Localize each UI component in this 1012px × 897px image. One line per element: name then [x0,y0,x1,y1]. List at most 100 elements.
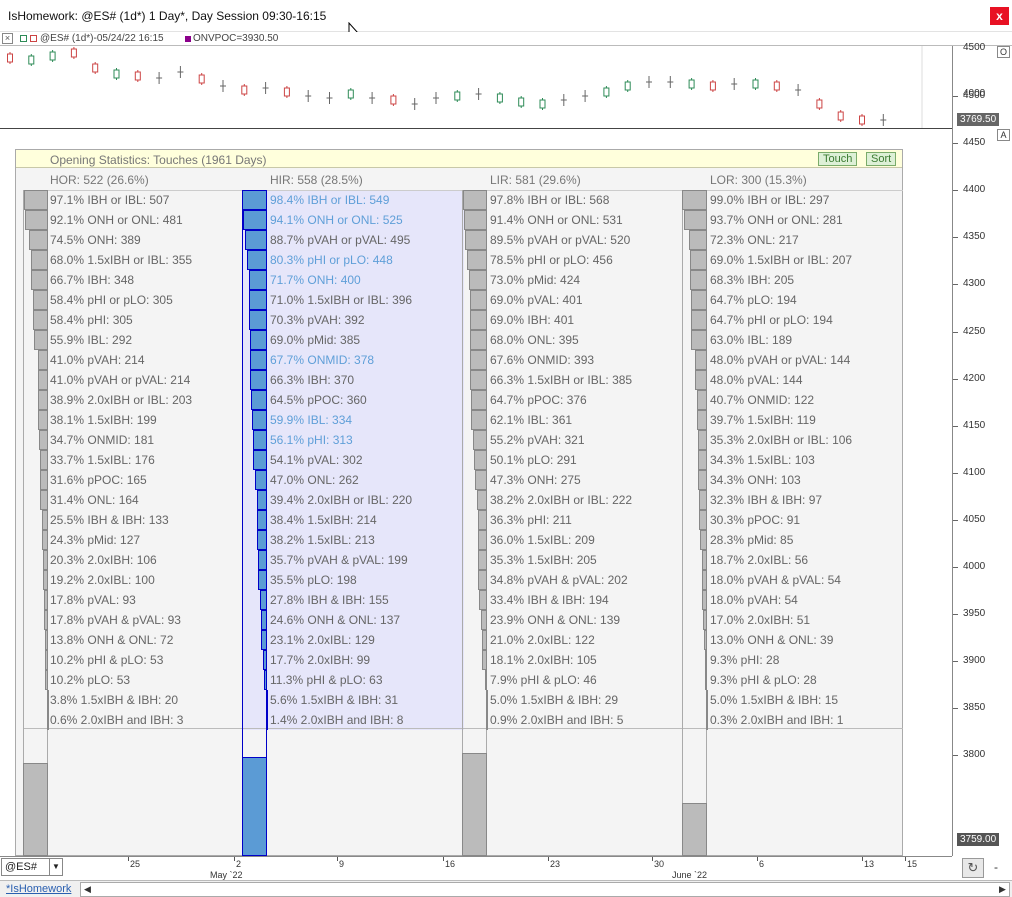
stat-row[interactable]: 27.8% IBH & IBH: 155 [270,590,389,610]
stat-row[interactable]: 33.7% 1.5xIBL: 176 [50,450,155,470]
stat-row[interactable]: 17.8% pVAH & pVAL: 93 [50,610,181,630]
stat-row[interactable]: 34.3% ONH: 103 [710,470,801,490]
stat-row[interactable]: 55.2% pVAH: 321 [490,430,585,450]
stat-row[interactable]: 97.8% IBH or IBL: 568 [490,190,609,210]
stat-row[interactable]: 69.0% pMid: 385 [270,330,360,350]
stat-row[interactable]: 0.6% 2.0xIBH and IBH: 3 [50,710,183,730]
axis-o-button[interactable]: O [997,46,1010,58]
stat-row[interactable]: 17.7% 2.0xIBH: 99 [270,650,370,670]
stat-row[interactable]: 55.9% IBL: 292 [50,330,132,350]
pane-divider[interactable] [0,128,952,129]
stat-row[interactable]: 64.7% pPOC: 376 [490,390,587,410]
stat-row[interactable]: 67.7% ONMID: 378 [270,350,374,370]
stat-row[interactable]: 62.1% IBL: 361 [490,410,572,430]
close-button[interactable]: x [990,7,1009,25]
stat-row[interactable]: 64.5% pPOC: 360 [270,390,367,410]
stat-row[interactable]: 92.1% ONH or ONL: 481 [50,210,183,230]
stat-row[interactable]: 5.6% 1.5xIBH & IBH: 31 [270,690,398,710]
stat-row[interactable]: 66.3% 1.5xIBH or IBL: 385 [490,370,632,390]
stat-row[interactable]: 17.0% 2.0xIBH: 51 [710,610,810,630]
tab-ishomework[interactable]: *IsHomework [6,883,71,895]
stat-row[interactable]: 5.0% 1.5xIBH & IBH: 15 [710,690,838,710]
stat-row[interactable]: 23.1% 2.0xIBL: 129 [270,630,375,650]
stat-row[interactable]: 13.0% ONH & ONL: 39 [710,630,833,650]
stat-row[interactable]: 1.4% 2.0xIBH and IBH: 8 [270,710,403,730]
stat-row[interactable]: 9.3% pHI: 28 [710,650,779,670]
stat-row[interactable]: 19.2% 2.0xIBL: 100 [50,570,155,590]
stat-row[interactable]: 71.7% ONH: 400 [270,270,361,290]
stat-row[interactable]: 34.8% pVAH & pVAL: 202 [490,570,628,590]
stat-row[interactable]: 35.5% pLO: 198 [270,570,357,590]
stat-row[interactable]: 58.4% pHI: 305 [50,310,133,330]
stat-row[interactable]: 38.2% 2.0xIBH or IBL: 222 [490,490,632,510]
stat-row[interactable]: 13.8% ONH & ONL: 72 [50,630,173,650]
stat-row[interactable]: 56.1% pHI: 313 [270,430,353,450]
stat-row[interactable]: 70.3% pVAH: 392 [270,310,365,330]
stat-row[interactable]: 39.4% 2.0xIBH or IBL: 220 [270,490,412,510]
stat-row[interactable]: 24.6% ONH & ONL: 137 [270,610,400,630]
stat-row[interactable]: 80.3% pHI or pLO: 448 [270,250,393,270]
stat-row[interactable]: 21.0% 2.0xIBL: 122 [490,630,595,650]
stat-row[interactable]: 54.1% pVAL: 302 [270,450,363,470]
stat-row[interactable]: 25.5% IBH & IBH: 133 [50,510,169,530]
stat-row[interactable]: 23.9% ONH & ONL: 139 [490,610,620,630]
stat-row[interactable]: 69.0% pVAL: 401 [490,290,583,310]
stat-row[interactable]: 66.3% IBH: 370 [270,370,354,390]
stat-row[interactable]: 38.4% 1.5xIBH: 214 [270,510,377,530]
symbol-select[interactable]: @ES# ▼ [1,858,63,876]
stat-row[interactable]: 31.4% ONL: 164 [50,490,139,510]
stat-row[interactable]: 18.7% 2.0xIBL: 56 [710,550,808,570]
stat-row[interactable]: 97.1% IBH or IBL: 507 [50,190,169,210]
stat-row[interactable]: 18.0% pVAH & pVAL: 54 [710,570,841,590]
stat-row[interactable]: 74.5% ONH: 389 [50,230,141,250]
close-pane-icon[interactable]: × [2,33,13,44]
stat-row[interactable]: 31.6% pPOC: 165 [50,470,147,490]
stat-row[interactable]: 73.0% pMid: 424 [490,270,580,290]
stat-row[interactable]: 69.0% IBH: 401 [490,310,574,330]
stat-row[interactable]: 72.3% ONL: 217 [710,230,799,250]
stat-row[interactable]: 34.7% ONMID: 181 [50,430,154,450]
sort-button[interactable]: Sort [866,152,897,166]
stat-row[interactable]: 3.8% 1.5xIBH & IBH: 20 [50,690,178,710]
stat-row[interactable]: 33.4% IBH & IBH: 194 [490,590,609,610]
stat-row[interactable]: 68.0% ONL: 395 [490,330,579,350]
stat-row[interactable]: 5.0% 1.5xIBH & IBH: 29 [490,690,618,710]
stat-row[interactable]: 47.3% ONH: 275 [490,470,581,490]
stat-row[interactable]: 89.5% pVAH or pVAL: 520 [490,230,630,250]
stat-row[interactable]: 67.6% ONMID: 393 [490,350,594,370]
stat-row[interactable]: 39.7% 1.5xIBH: 119 [710,410,816,430]
stat-row[interactable]: 9.3% pHI & pLO: 28 [710,670,817,690]
stat-row[interactable]: 38.1% 1.5xIBH: 199 [50,410,157,430]
stat-row[interactable]: 36.0% 1.5xIBL: 209 [490,530,595,550]
stat-row[interactable]: 18.1% 2.0xIBH: 105 [490,650,597,670]
stat-row[interactable]: 11.3% pHI & pLO: 63 [270,670,383,690]
stat-row[interactable]: 64.7% pHI or pLO: 194 [710,310,833,330]
stat-row[interactable]: 18.0% pVAH: 54 [710,590,798,610]
stat-row[interactable]: 0.3% 2.0xIBH and IBH: 1 [710,710,843,730]
stat-row[interactable]: 17.8% pVAL: 93 [50,590,136,610]
horizontal-scrollbar[interactable]: ◀ ▶ [80,882,1010,897]
stat-row[interactable]: 91.4% ONH or ONL: 531 [490,210,623,230]
date-axis[interactable]: 25 2 9 16 23 30 6 13 15 May `22 June `22 [0,856,952,880]
stat-row[interactable]: 38.9% 2.0xIBH or IBL: 203 [50,390,192,410]
scroll-right-icon[interactable]: ▶ [996,883,1009,896]
stat-row[interactable]: 20.3% 2.0xIBH: 106 [50,550,157,570]
stat-row[interactable]: 94.1% ONH or ONL: 525 [270,210,403,230]
stat-row[interactable]: 64.7% pLO: 194 [710,290,797,310]
stat-row[interactable]: 38.2% 1.5xIBL: 213 [270,530,375,550]
stat-row[interactable]: 0.9% 2.0xIBH and IBH: 5 [490,710,623,730]
stat-row[interactable]: 99.0% IBH or IBL: 297 [710,190,829,210]
stat-row[interactable]: 28.3% pMid: 85 [710,530,793,550]
stat-row[interactable]: 93.7% ONH or ONL: 281 [710,210,843,230]
stat-row[interactable]: 71.0% 1.5xIBH or IBL: 396 [270,290,412,310]
stat-row[interactable]: 7.9% pHI & pLO: 46 [490,670,597,690]
axis-a-button[interactable]: A [997,129,1010,141]
stat-row[interactable]: 41.0% pVAH or pVAL: 214 [50,370,190,390]
stat-row[interactable]: 48.0% pVAH or pVAL: 144 [710,350,850,370]
stat-row[interactable]: 69.0% 1.5xIBH or IBL: 207 [710,250,852,270]
stat-row[interactable]: 58.4% pHI or pLO: 305 [50,290,173,310]
stat-row[interactable]: 47.0% ONL: 262 [270,470,359,490]
stat-row[interactable]: 48.0% pVAL: 144 [710,370,803,390]
stat-row[interactable]: 68.3% IBH: 205 [710,270,794,290]
chevron-down-icon[interactable]: ▼ [49,859,62,875]
